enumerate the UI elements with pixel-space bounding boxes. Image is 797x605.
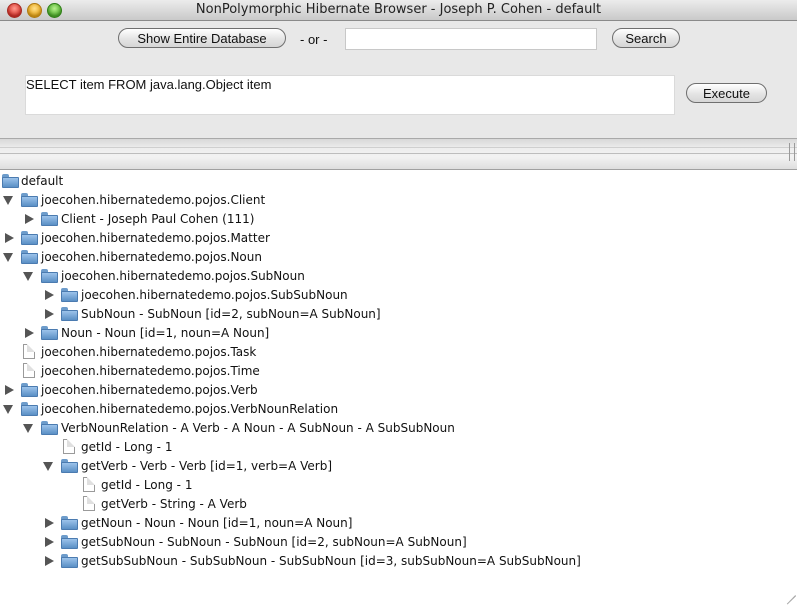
split-pane-divider[interactable] bbox=[0, 138, 797, 170]
tree-node[interactable]: joecohen.hibernatedemo.pojos.SubSubNoun bbox=[0, 286, 797, 305]
folder-icon bbox=[61, 516, 78, 530]
tree-node-label: joecohen.hibernatedemo.pojos.Noun bbox=[41, 250, 262, 264]
tree-node-label: joecohen.hibernatedemo.pojos.Time bbox=[41, 364, 260, 378]
disclosure-collapsed-icon[interactable] bbox=[45, 309, 54, 319]
disclosure-expanded-icon[interactable] bbox=[43, 462, 53, 471]
tree-node[interactable]: getSubSubNoun - SubSubNoun - SubSubNoun … bbox=[0, 552, 797, 571]
disclosure-collapsed-icon[interactable] bbox=[5, 233, 14, 243]
tree-node[interactable]: getVerb - String - A Verb bbox=[0, 495, 797, 514]
folder-icon bbox=[2, 174, 19, 188]
tree-node-label: joecohen.hibernatedemo.pojos.VerbNounRel… bbox=[41, 402, 339, 416]
folder-icon bbox=[21, 193, 38, 207]
window-title: NonPolymorphic Hibernate Browser - Josep… bbox=[195, 2, 602, 17]
disclosure-collapsed-icon[interactable] bbox=[45, 518, 54, 528]
tree-node[interactable]: Client - Joseph Paul Cohen (111) bbox=[0, 210, 797, 229]
search-button[interactable]: Search bbox=[612, 28, 680, 48]
folder-icon bbox=[61, 554, 78, 568]
tree-node[interactable]: getSubNoun - SubNoun - SubNoun [id=2, su… bbox=[0, 533, 797, 552]
disclosure-collapsed-icon[interactable] bbox=[25, 214, 34, 224]
folder-icon bbox=[41, 269, 58, 283]
folder-icon bbox=[21, 231, 38, 245]
tree-node[interactable]: joecohen.hibernatedemo.pojos.Matter bbox=[0, 229, 797, 248]
document-icon bbox=[23, 363, 35, 378]
folder-icon bbox=[41, 421, 58, 435]
tree-node[interactable]: default bbox=[0, 172, 797, 191]
disclosure-expanded-icon[interactable] bbox=[23, 272, 33, 281]
tree-node[interactable]: joecohen.hibernatedemo.pojos.Time bbox=[0, 362, 797, 381]
folder-icon bbox=[21, 250, 38, 264]
tree-node[interactable]: joecohen.hibernatedemo.pojos.Noun bbox=[0, 248, 797, 267]
disclosure-expanded-icon[interactable] bbox=[23, 424, 33, 433]
folder-icon bbox=[21, 402, 38, 416]
resize-grip-icon[interactable] bbox=[783, 585, 797, 605]
tree-node-label: Client - Joseph Paul Cohen (111) bbox=[61, 212, 255, 226]
document-icon bbox=[63, 439, 75, 454]
disclosure-collapsed-icon[interactable] bbox=[45, 290, 54, 300]
folder-icon bbox=[21, 383, 38, 397]
tree-node[interactable]: getVerb - Verb - Verb [id=1, verb=A Verb… bbox=[0, 457, 797, 476]
tree-node-label: default bbox=[21, 174, 64, 188]
divider-handle-icon[interactable] bbox=[789, 143, 795, 161]
tree-node-label: getId - Long - 1 bbox=[101, 478, 193, 492]
document-icon bbox=[23, 344, 35, 359]
folder-icon bbox=[41, 212, 58, 226]
title-bar: NonPolymorphic Hibernate Browser - Josep… bbox=[0, 0, 797, 21]
tree-node[interactable]: joecohen.hibernatedemo.pojos.Verb bbox=[0, 381, 797, 400]
execute-button[interactable]: Execute bbox=[686, 83, 767, 103]
tree-node-label: getVerb - Verb - Verb [id=1, verb=A Verb… bbox=[81, 459, 333, 473]
tree-node-label: VerbNounRelation - A Verb - A Noun - A S… bbox=[61, 421, 455, 435]
tree-node-label: joecohen.hibernatedemo.pojos.Verb bbox=[41, 383, 258, 397]
query-panel: Show Entire Database - or - Search SELEC… bbox=[0, 21, 797, 138]
folder-icon bbox=[61, 288, 78, 302]
tree-node-label: getSubSubNoun - SubSubNoun - SubSubNoun … bbox=[81, 554, 581, 568]
result-tree: default joecohen.hibernatedemo.pojos.Clie… bbox=[0, 172, 797, 571]
disclosure-expanded-icon[interactable] bbox=[3, 196, 13, 205]
tree-node-label: joecohen.hibernatedemo.pojos.SubSubNoun bbox=[81, 288, 348, 302]
tree-node-label: joecohen.hibernatedemo.pojos.Client bbox=[41, 193, 266, 207]
disclosure-collapsed-icon[interactable] bbox=[5, 385, 14, 395]
disclosure-collapsed-icon[interactable] bbox=[25, 328, 34, 338]
folder-icon bbox=[61, 459, 78, 473]
tree-node-label: SubNoun - SubNoun [id=2, subNoun=A SubNo… bbox=[81, 307, 381, 321]
tree-node-label: getSubNoun - SubNoun - SubNoun [id=2, su… bbox=[81, 535, 467, 549]
folder-icon bbox=[41, 326, 58, 340]
tree-node[interactable]: joecohen.hibernatedemo.pojos.Client bbox=[0, 191, 797, 210]
tree-node-label: joecohen.hibernatedemo.pojos.SubNoun bbox=[61, 269, 305, 283]
tree-node-label: joecohen.hibernatedemo.pojos.Task bbox=[41, 345, 257, 359]
tree-node[interactable]: getId - Long - 1 bbox=[0, 438, 797, 457]
disclosure-collapsed-icon[interactable] bbox=[45, 537, 54, 547]
tree-node[interactable]: joecohen.hibernatedemo.pojos.SubNoun bbox=[0, 267, 797, 286]
tree-node[interactable]: VerbNounRelation - A Verb - A Noun - A S… bbox=[0, 419, 797, 438]
document-icon bbox=[83, 496, 95, 511]
tree-node[interactable]: joecohen.hibernatedemo.pojos.Task bbox=[0, 343, 797, 362]
show-entire-database-button[interactable]: Show Entire Database bbox=[118, 28, 286, 48]
tree-node-label: getVerb - String - A Verb bbox=[101, 497, 247, 511]
document-icon bbox=[83, 477, 95, 492]
tree-node[interactable]: getId - Long - 1 bbox=[0, 476, 797, 495]
or-label: - or - bbox=[300, 32, 328, 47]
tree-node[interactable]: SubNoun - SubNoun [id=2, subNoun=A SubNo… bbox=[0, 305, 797, 324]
tree-node-label: joecohen.hibernatedemo.pojos.Matter bbox=[41, 231, 270, 245]
search-input[interactable] bbox=[345, 28, 597, 50]
disclosure-expanded-icon[interactable] bbox=[3, 405, 13, 414]
tree-node[interactable]: Noun - Noun [id=1, noun=A Noun] bbox=[0, 324, 797, 343]
folder-icon bbox=[61, 535, 78, 549]
tree-node-label: Noun - Noun [id=1, noun=A Noun] bbox=[61, 326, 270, 340]
disclosure-collapsed-icon[interactable] bbox=[45, 556, 54, 566]
folder-icon bbox=[61, 307, 78, 321]
tree-node-label: getNoun - Noun - Noun [id=1, noun=A Noun… bbox=[81, 516, 353, 530]
query-textarea[interactable]: SELECT item FROM java.lang.Object item bbox=[25, 75, 675, 115]
tree-node-label: getId - Long - 1 bbox=[81, 440, 173, 454]
disclosure-expanded-icon[interactable] bbox=[3, 253, 13, 262]
tree-node[interactable]: joecohen.hibernatedemo.pojos.VerbNounRel… bbox=[0, 400, 797, 419]
tree-node[interactable]: getNoun - Noun - Noun [id=1, noun=A Noun… bbox=[0, 514, 797, 533]
